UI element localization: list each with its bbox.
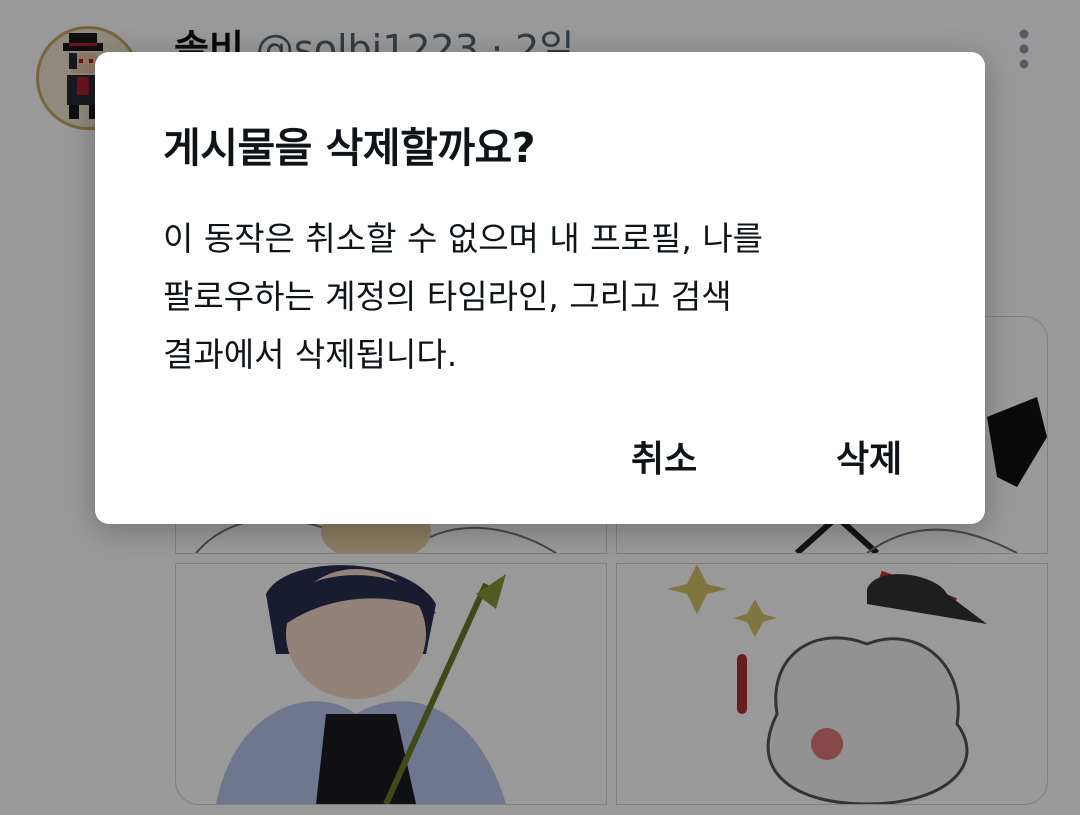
delete-confirm-dialog: 게시물을 삭제할까요? 이 동작은 취소할 수 없으며 내 프로필, 나를 팔로… (95, 52, 985, 524)
dialog-message: 이 동작은 취소할 수 없으며 내 프로필, 나를 팔로우하는 계정의 타임라인… (163, 210, 883, 384)
dialog-message-line: 결과에서 삭제됩니다. (163, 335, 458, 374)
delete-button[interactable]: 삭제 (826, 430, 912, 480)
cancel-button[interactable]: 취소 (621, 430, 707, 480)
screen: 솔비 @solbi1223 · 2일 게시물을 삭제할까요? 이 동작은 취소할… (0, 0, 1080, 815)
dialog-message-line: 팔로우하는 계정의 타임라인, 그리고 검색 (163, 277, 732, 316)
dialog-message-line: 이 동작은 취소할 수 없으며 내 프로필, 나를 (163, 219, 764, 258)
dialog-title: 게시물을 삭제할까요? (163, 124, 536, 172)
